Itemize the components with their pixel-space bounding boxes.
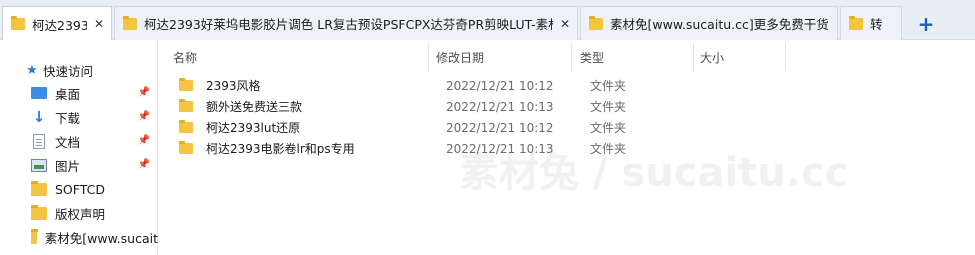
nav-label: SOFTCD [55,181,105,197]
folder-icon [31,180,47,196]
nav-item-documents[interactable]: 文档 📌 [0,130,158,152]
file-list: 名称 修改日期 类型 大小 素材兔 / sucaitu.cc 2393风格 20… [159,40,975,255]
folder-icon [849,15,863,30]
download-icon: ↓ [32,108,46,126]
nav-label: 桌面 [55,86,81,102]
column-header-size[interactable]: 大小 [686,43,786,71]
column-header-modified[interactable]: 修改日期 [422,43,572,71]
nav-label: 快速访问 [43,63,94,79]
nav-item-desktop[interactable]: 桌面 📌 [0,82,158,104]
folder-icon [589,15,603,30]
pictures-icon [31,158,47,172]
nav-label: 图片 [55,158,81,174]
file-type: 文件夹 [590,79,627,93]
nav-label: 下载 [55,110,81,126]
pin-icon[interactable]: 📌 [138,111,150,122]
document-icon [33,133,45,149]
nav-item-downloads[interactable]: ↓ 下载 📌 [0,106,158,128]
file-name: 柯达2393电影卷lr和ps专用 [206,142,355,156]
nav-label: 素材免[www.sucait [44,230,158,246]
pin-icon[interactable]: 📌 [138,87,150,98]
tab-kodak-2393[interactable]: 柯达2393 ✕ [2,6,112,41]
file-modified: 2022/12/21 10:12 [446,120,554,135]
folder-icon [123,15,137,30]
table-row[interactable]: 柯达2393电影卷lr和ps专用 2022/12/21 10:13 文件夹 [169,138,969,159]
tab-bar: 柯达2393 ✕ 柯达2393好莱坞电影胶片调色 LR复古预设PSFCPX达芬奇… [0,0,975,41]
close-icon[interactable]: ✕ [553,12,577,36]
table-row[interactable]: 柯达2393lut还原 2022/12/21 10:12 文件夹 [169,117,969,138]
new-tab-button[interactable]: + [912,10,940,38]
star-icon: ★ [26,62,38,78]
folder-icon [11,16,25,30]
file-modified: 2022/12/21 10:12 [446,78,554,93]
nav-item-softcd[interactable]: SOFTCD [0,178,158,200]
file-modified: 2022/12/21 10:13 [446,99,554,114]
file-modified: 2022/12/21 10:13 [446,141,554,156]
column-header-type[interactable]: 类型 [566,43,694,71]
pin-icon[interactable]: 📌 [138,135,150,146]
folder-icon [179,99,193,112]
desktop-icon [31,87,47,99]
close-icon[interactable]: ✕ [87,12,111,36]
folder-icon [179,141,193,154]
file-name: 柯达2393lut还原 [206,121,301,135]
file-type: 文件夹 [590,121,627,135]
folder-icon [179,78,193,91]
nav-item-pictures[interactable]: 图片 📌 [0,154,158,176]
folder-icon [179,120,193,133]
tab-preset-folder[interactable]: 柯达2393好莱坞电影胶片调色 LR复古预设PSFCPX达芬奇PR剪映LUT-素… [114,6,578,40]
nav-item-copyright[interactable]: 版权声明 [0,202,158,224]
nav-item-sucaitu[interactable]: 素材免[www.sucait [0,226,158,248]
tab-sucaitu[interactable]: 素材免[www.sucaitu.cc]更多免费干货 [580,6,838,40]
nav-label: 版权声明 [55,206,106,222]
folder-icon [31,228,38,244]
column-header-name[interactable]: 名称 [159,43,429,71]
nav-quick-access[interactable]: ★ 快速访问 [0,59,158,81]
pin-icon[interactable]: 📌 [138,159,150,170]
tab-label: 柯达2393 [32,17,87,33]
nav-label: 文档 [55,134,81,150]
file-name: 额外送免费送三款 [206,100,303,114]
file-name: 2393风格 [206,79,261,93]
folder-icon [31,204,47,220]
file-type: 文件夹 [590,142,627,156]
navigation-pane: ★ 快速访问 桌面 📌 ↓ 下载 📌 文档 📌 图片 📌 SOFTCD 版权声明… [0,40,158,255]
tab-zhuan[interactable]: 转 [840,6,902,40]
table-row[interactable]: 2393风格 2022/12/21 10:12 文件夹 [169,75,969,96]
tab-label: 素材免[www.sucaitu.cc]更多免费干货 [610,17,829,32]
tab-label: 柯达2393好莱坞电影胶片调色 LR复古预设PSFCPX达芬奇PR剪映LUT-素… [144,17,553,32]
table-row[interactable]: 额外送免费送三款 2022/12/21 10:13 文件夹 [169,96,969,117]
file-type: 文件夹 [590,100,627,114]
tab-label: 转 [870,17,883,32]
